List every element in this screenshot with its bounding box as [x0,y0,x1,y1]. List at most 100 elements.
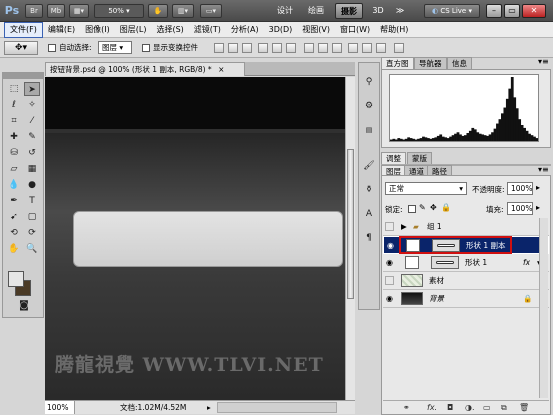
opacity-slider-icon[interactable]: ▸ [536,183,540,192]
eye-icon[interactable]: ◉ [385,294,394,303]
menu-select[interactable]: 选择(S) [151,23,188,37]
document-canvas[interactable]: 腾龍視覺 WWW.TLVI.NET [45,77,345,400]
align-hcenter-icon[interactable] [272,43,282,53]
menu-layer[interactable]: 图层(L) [115,23,152,37]
crop-tool-icon[interactable]: ⌗ [6,114,22,128]
fill-input[interactable]: 100% [507,202,533,215]
blend-mode-dropdown[interactable]: 正常 ▾ [385,182,467,195]
auto-select-checkbox[interactable] [48,44,56,52]
opacity-input[interactable]: 100% [507,182,533,195]
workspace-photography[interactable]: 摄影 [335,3,363,19]
dodge-tool-icon[interactable]: ● [24,178,40,192]
layer-row-group[interactable]: ▶ ▰ 组 1 [383,218,549,236]
3d-orbit-tool-icon[interactable]: ⟳ [24,226,40,240]
delete-layer-icon[interactable]: 🗑 [519,401,529,414]
distribute-top-icon[interactable] [304,43,314,53]
blur-tool-icon[interactable]: 💧 [6,178,22,192]
button-shape[interactable] [73,211,343,267]
tool-preset-picker[interactable]: ✥▾ [4,41,38,55]
layer-row-material[interactable]: 素材 [383,272,549,290]
canvas-vertical-scrollbar[interactable] [345,77,355,400]
fill-slider-icon[interactable]: ▸ [536,203,540,212]
menu-filter[interactable]: 滤镜(T) [189,23,226,37]
move-tool-icon[interactable]: ➤ [24,82,40,96]
tab-info[interactable]: 信息 [447,57,472,69]
menu-3d[interactable]: 3D(D) [264,23,298,37]
info-menu-icon[interactable]: ▸ [207,401,211,414]
tab-masks[interactable]: 蒙版 [407,152,432,164]
histogram-panel-menu-icon[interactable]: ▾≡ [538,57,549,66]
screen-mode-button[interactable]: ▭▾ [200,4,222,18]
workspace-3d[interactable]: 3D [368,3,388,19]
zoom-tool-icon[interactable]: 🔍 [24,242,40,256]
healing-brush-tool-icon[interactable]: ✚ [6,130,22,144]
auto-align-icon[interactable] [394,43,404,53]
histogram-mini-icon[interactable]: ▤ [361,123,377,137]
gradient-tool-icon[interactable]: ▦ [24,162,40,176]
actions-icon[interactable]: ⚙ [361,99,377,113]
eye-icon[interactable]: ◉ [385,258,394,267]
menu-file[interactable]: 文件(F) [4,21,43,38]
zoom-level-dropdown[interactable]: 50% ▾ [94,4,144,18]
adjustment-layer-icon[interactable]: ◑. [465,401,475,414]
menu-view[interactable]: 视图(V) [297,23,335,37]
paragraph-icon[interactable]: ¶ [361,231,377,245]
menu-window[interactable]: 窗口(W) [335,23,375,37]
clone-source-icon[interactable]: ⚱ [361,183,377,197]
marquee-tool-icon[interactable]: ⬚ [6,82,22,96]
layers-scrollbar[interactable] [539,218,548,398]
tab-adjustments[interactable]: 调整 [381,152,406,164]
align-left-icon[interactable] [258,43,268,53]
document-tab[interactable]: 按钮背景.psd @ 100% (形状 1 副本, RGB/8) * × [45,62,245,76]
workspace-painting[interactable]: 绘画 [303,3,329,19]
visibility-toggle-empty[interactable] [385,276,394,285]
fx-badge[interactable]: fx [523,254,530,271]
close-icon[interactable]: ✕ [522,4,546,18]
lasso-tool-icon[interactable]: ℓ [6,98,22,112]
align-vcenter-icon[interactable] [228,43,238,53]
mini-bridge-button[interactable]: Mb [47,4,65,18]
toolbox-grip[interactable] [3,73,43,79]
lock-image-icon[interactable]: ✎ [419,203,426,212]
menu-edit[interactable]: 编辑(E) [43,23,80,37]
lock-transparent-icon[interactable] [408,205,416,213]
align-top-icon[interactable] [214,43,224,53]
align-bottom-icon[interactable] [242,43,252,53]
auto-select-dropdown[interactable]: 图层 ▾ [98,41,132,54]
distribute-left-icon[interactable] [348,43,358,53]
layer-row-shape-copy[interactable]: ◉ 形状 1 副本 [383,236,549,254]
tab-navigator[interactable]: 导航器 [414,57,447,69]
distribute-hcenter-icon[interactable] [362,43,372,53]
arrange-documents-button[interactable]: ▥▾ [172,4,194,18]
eraser-tool-icon[interactable]: ▱ [6,162,22,176]
workspace-design[interactable]: 设计 [272,3,298,19]
more-workspaces-button[interactable]: ≫ [392,3,408,19]
show-transform-checkbox[interactable] [142,44,150,52]
distribute-bottom-icon[interactable] [332,43,342,53]
minimize-icon[interactable]: – [486,4,502,18]
bridge-button[interactable]: Br [25,4,43,18]
view-extras-button[interactable]: ▦▾ [69,4,89,18]
lock-all-icon[interactable]: 🔒 [441,203,451,212]
scrollbar-thumb[interactable] [347,149,354,299]
menu-analysis[interactable]: 分析(A) [226,23,264,37]
brushes-icon[interactable]: 🖌 [361,159,377,173]
add-mask-icon[interactable]: ◘ [447,401,453,414]
hand-tool-button[interactable]: ✋ [148,4,168,18]
shape-tool-icon[interactable]: ▢ [24,210,40,224]
brush-tool-icon[interactable]: ✎ [24,130,40,144]
layer-row-background[interactable]: ◉ 背景 🔒 [383,290,549,308]
layers-panel-menu-icon[interactable]: ▾≡ [538,165,549,174]
foreground-color-swatch[interactable] [8,271,24,287]
eyedropper-tool-icon[interactable]: ⁄ [24,114,40,128]
link-layers-icon[interactable]: ⚭ [403,401,410,414]
eye-icon[interactable]: ◉ [386,241,395,250]
quick-mask-icon[interactable]: ◙ [7,299,41,313]
tool-presets-icon[interactable]: ⚲ [361,75,377,89]
add-style-icon[interactable]: fx. [427,401,437,414]
path-select-tool-icon[interactable]: ➹ [6,210,22,224]
cs-live-button[interactable]: ◐ CS Live ▾ [424,4,480,18]
layer-row-shape[interactable]: ◉ 形状 1 fx ▾ [383,254,549,272]
new-group-icon[interactable]: ▭ [483,401,491,414]
menu-help[interactable]: 帮助(H) [375,23,413,37]
